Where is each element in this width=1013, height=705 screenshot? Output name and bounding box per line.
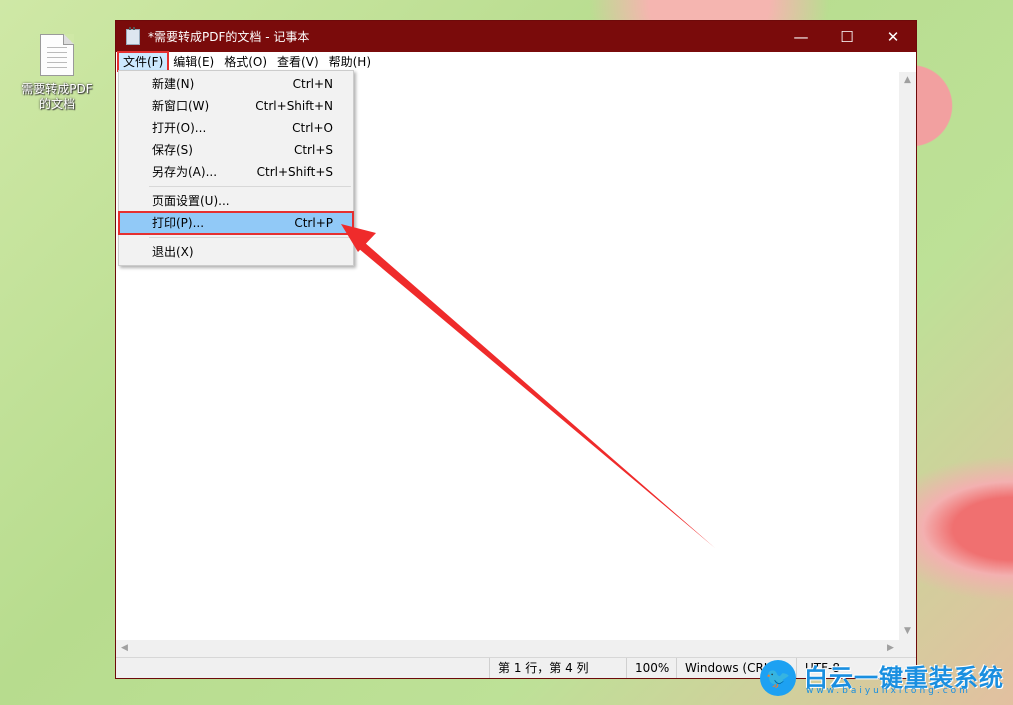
desktop-file-label: 需要转成PDF 的文档 xyxy=(21,82,93,111)
notepad-icon xyxy=(126,26,140,45)
menu-file[interactable]: 文件(F) xyxy=(116,51,170,73)
close-button[interactable]: ✕ xyxy=(870,21,916,52)
menu-item-print[interactable]: 打印(P)... Ctrl+P xyxy=(118,211,354,235)
scroll-down-icon[interactable]: ▼ xyxy=(899,623,916,640)
file-menu-dropdown: 新建(N) Ctrl+N 新窗口(W) Ctrl+Shift+N 打开(O)..… xyxy=(118,70,354,266)
watermark-url: www.baiyunxitong.com xyxy=(806,686,971,696)
menu-item-save[interactable]: 保存(S) Ctrl+S xyxy=(119,139,353,161)
bird-logo-icon: 🐦 xyxy=(760,660,796,696)
menu-bar: 文件(F) 编辑(E) 格式(O) 查看(V) 帮助(H) xyxy=(116,51,916,73)
menu-help[interactable]: 帮助(H) xyxy=(324,52,376,72)
maximize-button[interactable]: ☐ xyxy=(824,21,870,52)
scrollbar-corner xyxy=(899,640,916,657)
menu-format[interactable]: 格式(O) xyxy=(219,52,272,72)
title-bar[interactable]: *需要转成PDF的文档 - 记事本 — ☐ ✕ xyxy=(116,21,916,52)
menu-edit[interactable]: 编辑(E) xyxy=(168,52,219,72)
scroll-left-icon[interactable]: ◀ xyxy=(116,640,133,657)
menu-item-page-setup[interactable]: 页面设置(U)... xyxy=(119,190,353,212)
menu-view[interactable]: 查看(V) xyxy=(272,52,324,72)
menu-item-exit[interactable]: 退出(X) xyxy=(119,241,353,263)
horizontal-scrollbar[interactable]: ◀ ▶ xyxy=(116,640,899,657)
desktop-file-icon[interactable]: 需要转成PDF 的文档 xyxy=(14,34,100,112)
status-zoom: 100% xyxy=(626,658,676,678)
menu-item-save-as[interactable]: 另存为(A)... Ctrl+Shift+S xyxy=(119,161,353,183)
menu-item-new[interactable]: 新建(N) Ctrl+N xyxy=(119,73,353,95)
text-file-icon xyxy=(40,34,74,76)
window-title: *需要转成PDF的文档 - 记事本 xyxy=(148,30,310,44)
menu-separator xyxy=(149,237,351,238)
menu-item-new-window[interactable]: 新窗口(W) Ctrl+Shift+N xyxy=(119,95,353,117)
vertical-scrollbar[interactable]: ▲ ▼ xyxy=(899,72,916,640)
menu-item-open[interactable]: 打开(O)... Ctrl+O xyxy=(119,117,353,139)
scroll-up-icon[interactable]: ▲ xyxy=(899,72,916,89)
menu-separator xyxy=(149,186,351,187)
minimize-button[interactable]: — xyxy=(778,21,824,52)
status-cursor-position: 第 1 行，第 4 列 xyxy=(489,658,626,678)
watermark-logo: 🐦 白云一键重装系统 www.baiyunxitong.com xyxy=(760,656,1005,700)
scroll-right-icon[interactable]: ▶ xyxy=(882,640,899,657)
